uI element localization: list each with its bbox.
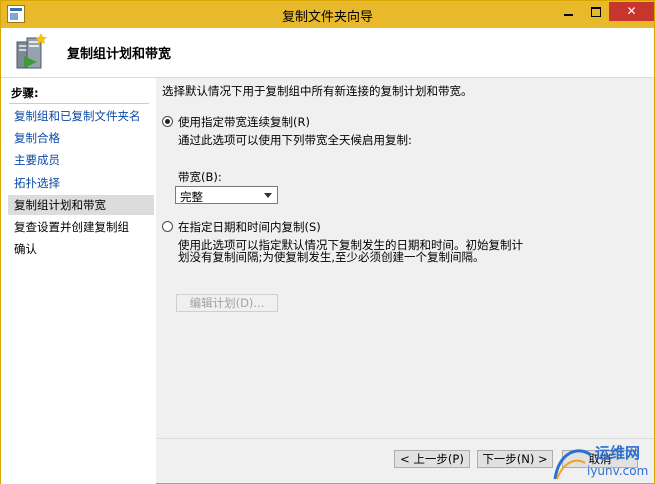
- schedule-radio[interactable]: [162, 221, 173, 232]
- step-primary-member[interactable]: 主要成员: [14, 150, 154, 170]
- step-topology[interactable]: 拓扑选择: [14, 173, 154, 193]
- watermark-text: 运维网: [595, 444, 640, 462]
- steps-divider: [9, 103, 149, 104]
- page-title: 复制组计划和带宽: [67, 47, 172, 62]
- steps-heading: 步骤:: [11, 86, 39, 100]
- edit-schedule-button[interactable]: 编辑计划(D)...: [176, 294, 278, 312]
- chevron-down-icon: [264, 193, 272, 198]
- bandwidth-label: 带宽(B):: [178, 170, 222, 184]
- maximize-icon: [590, 6, 601, 17]
- step-review-settings: 复查设置并创建复制组: [14, 220, 129, 234]
- intro-text: 选择默认情况下用于复制组中所有新连接的复制计划和带宽。: [162, 84, 473, 98]
- bandwidth-select[interactable]: 完整: [175, 186, 278, 204]
- schedule-description-line2: 划没有复制间隔;为使复制发生,至少必须创建一个复制间隔。: [178, 250, 485, 264]
- full-bandwidth-radio[interactable]: [162, 116, 173, 127]
- title-bar[interactable]: 复制文件夹向导 ✕: [1, 1, 654, 28]
- full-bandwidth-description: 通过此选项可以使用下列带宽全天候启用复制:: [178, 133, 412, 147]
- back-button[interactable]: < 上一步(P): [394, 450, 470, 468]
- bandwidth-select-value: 完整: [180, 190, 203, 204]
- next-button[interactable]: 下一步(N) >: [477, 450, 553, 468]
- maximize-button[interactable]: [582, 2, 609, 21]
- wizard-window: 复制文件夹向导 ✕ 复制组计划和带宽 步骤: 复制组和已复制文件夹名 复制合格 …: [0, 0, 655, 484]
- steps-pane: 步骤: 复制组和已复制文件夹名 复制合格 主要成员 拓扑选择 复制组计划和带宽 …: [1, 78, 156, 484]
- replication-server-icon: [16, 33, 47, 69]
- close-button[interactable]: ✕: [609, 2, 654, 21]
- watermark-url: iyunv.com: [587, 464, 648, 478]
- close-icon: ✕: [626, 4, 637, 18]
- wizard-header: 复制组计划和带宽: [1, 28, 654, 78]
- minimize-button[interactable]: [555, 2, 582, 21]
- step-confirmation: 确认: [14, 242, 37, 256]
- schedule-label[interactable]: 在指定日期和时间内复制(S): [178, 219, 321, 235]
- watermark-logo: 运维网 iyunv.com: [553, 444, 648, 480]
- step-schedule-bandwidth[interactable]: 复制组计划和带宽: [8, 195, 154, 215]
- step-group-name[interactable]: 复制组和已复制文件夹名: [14, 106, 154, 126]
- full-bandwidth-label[interactable]: 使用指定带宽连续复制(R): [178, 114, 310, 130]
- step-eligibility[interactable]: 复制合格: [14, 128, 154, 148]
- minimize-icon: [564, 13, 573, 16]
